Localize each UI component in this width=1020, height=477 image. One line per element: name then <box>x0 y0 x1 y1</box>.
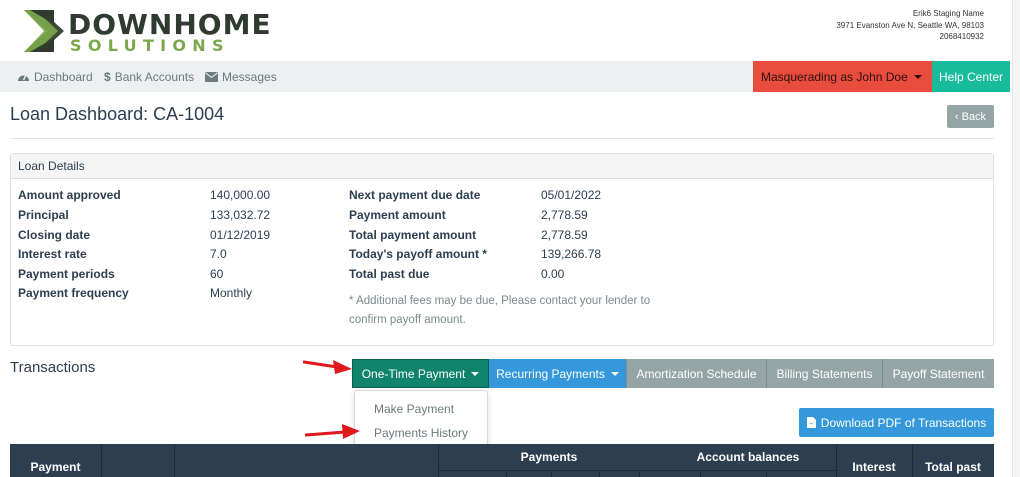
transactions-button-group: One-Time Payment Recurring Payments Amor… <box>352 359 994 388</box>
masquerade-label: Masquerading as John Doe <box>761 69 908 84</box>
logo[interactable]: DOWNHOME SOLUTIONS <box>24 8 271 57</box>
interest-rate-value: 7.0 <box>210 247 227 261</box>
closing-date-label: Closing date <box>18 228 91 242</box>
column-header-account-balances: Account balances <box>696 450 800 464</box>
payoff-amount-label: Today's payoff amount * <box>349 247 487 261</box>
company-info: Erik6 Staging Name 3971 Evanston Ave N, … <box>836 8 984 43</box>
column-divider <box>551 470 552 477</box>
interest-rate-label: Interest rate <box>18 247 87 261</box>
chevron-left-icon: ‹ <box>954 110 959 123</box>
company-address: 3971 Evanston Ave N, Seattle WA, 98103 <box>836 20 984 30</box>
payoff-amount-value: 139,266.78 <box>541 247 602 261</box>
recurring-payments-label: Recurring Payments <box>496 366 605 381</box>
download-pdf-label: Download PDF of Transactions <box>820 415 987 430</box>
help-center-button[interactable]: Help Center <box>932 61 1010 92</box>
column-header-total-past: Total past <box>925 460 981 474</box>
column-divider <box>174 444 175 477</box>
total-past-due-label: Total past due <box>349 267 430 281</box>
amount-approved-label: Amount approved <box>18 188 121 202</box>
transactions-table-header: Payment Payments Account balances Intere… <box>10 444 994 477</box>
chevron-down-icon <box>913 74 922 79</box>
nav-item-dashboard[interactable]: Dashboard <box>17 61 93 92</box>
total-payment-amount-value: 2,778.59 <box>541 228 588 242</box>
company-phone: 2068410932 <box>939 32 985 41</box>
amount-approved-value: 140,000.00 <box>210 188 271 202</box>
next-due-date-value: 05/01/2022 <box>541 188 602 202</box>
header-subdivider <box>438 470 836 471</box>
total-payment-amount-label: Total payment amount <box>349 228 477 242</box>
billing-statements-button[interactable]: Billing Statements <box>766 359 882 388</box>
loan-details-heading: Loan Details <box>11 154 993 179</box>
download-pdf-button[interactable]: Download PDF of Transactions <box>799 408 994 437</box>
payoff-statement-button[interactable]: Payoff Statement <box>882 359 994 388</box>
chevron-down-icon <box>471 371 480 376</box>
next-due-date-label: Next payment due date <box>349 188 481 202</box>
nav-item-bank-accounts[interactable]: $ Bank Accounts <box>104 61 194 92</box>
page-title: Loan Dashboard: CA-1004 <box>10 104 225 124</box>
payoff-note: * Additional fees may be due, Please con… <box>349 295 651 326</box>
column-divider <box>766 470 767 477</box>
nav-item-label: Messages <box>222 69 277 84</box>
closing-date-value: 01/12/2019 <box>210 228 271 242</box>
nav-item-messages[interactable]: Messages <box>205 61 277 92</box>
logo-mark-icon <box>24 10 64 52</box>
nav-item-label: Dashboard <box>34 69 93 84</box>
column-header-payment: Payment <box>30 460 81 474</box>
column-header-payments: Payments <box>520 450 578 464</box>
column-divider <box>599 470 600 477</box>
column-divider <box>639 470 640 477</box>
total-past-due-value: 0.00 <box>541 267 565 281</box>
back-button[interactable]: ‹ Back <box>947 105 994 128</box>
nav-right: Masquerading as John Doe Help Center <box>753 61 1010 92</box>
amortization-schedule-button[interactable]: Amortization Schedule <box>626 359 766 388</box>
header: DOWNHOME SOLUTIONS Erik6 Staging Name 39… <box>0 0 1010 62</box>
scrollbar[interactable] <box>1012 0 1020 477</box>
payment-periods-value: 60 <box>210 267 224 281</box>
payment-frequency-label: Payment frequency <box>18 286 129 300</box>
dashboard-icon <box>18 74 29 81</box>
one-time-payment-menu: Make Payment Payments History <box>354 390 488 452</box>
payment-amount-value: 2,778.59 <box>541 208 588 222</box>
principal-label: Principal <box>18 208 69 222</box>
annotation-arrow-icon <box>305 424 360 439</box>
column-divider <box>101 444 102 477</box>
logo-wordmark-bottom: SOLUTIONS <box>70 36 230 55</box>
loan-details-panel: Loan Details Amount approved 140,000.00 … <box>10 153 994 346</box>
back-label: Back <box>961 110 987 123</box>
menu-item-payments-history[interactable]: Payments History <box>374 426 468 440</box>
dollar-icon: $ <box>104 69 111 84</box>
menu-item-make-payment[interactable]: Make Payment <box>374 402 454 416</box>
payment-amount-label: Payment amount <box>349 208 446 222</box>
file-pdf-icon <box>806 417 816 428</box>
recurring-payments-button[interactable]: Recurring Payments <box>489 359 626 388</box>
payment-frequency-value: Monthly <box>210 286 253 300</box>
principal-value: 133,032.72 <box>210 208 271 222</box>
company-name: Erik6 Staging Name <box>912 9 984 18</box>
column-divider <box>700 470 701 477</box>
one-time-payment-label: One-Time Payment <box>361 366 466 381</box>
column-header-interest: Interest <box>852 460 896 474</box>
payment-periods-label: Payment periods <box>18 267 115 281</box>
masquerade-dropdown[interactable]: Masquerading as John Doe <box>753 61 932 92</box>
column-divider <box>506 470 507 477</box>
transactions-title: Transactions <box>10 359 96 376</box>
nav-item-label: Bank Accounts <box>114 69 195 84</box>
top-nav: Dashboard $ Bank Accounts Messages Masqu… <box>0 61 1010 92</box>
chevron-down-icon <box>610 371 619 376</box>
divider <box>10 138 994 139</box>
one-time-payment-button[interactable]: One-Time Payment <box>352 359 489 388</box>
annotation-arrow-icon <box>303 360 352 374</box>
page: DOWNHOME SOLUTIONS Erik6 Staging Name 39… <box>0 0 1020 477</box>
envelope-icon <box>205 71 218 82</box>
